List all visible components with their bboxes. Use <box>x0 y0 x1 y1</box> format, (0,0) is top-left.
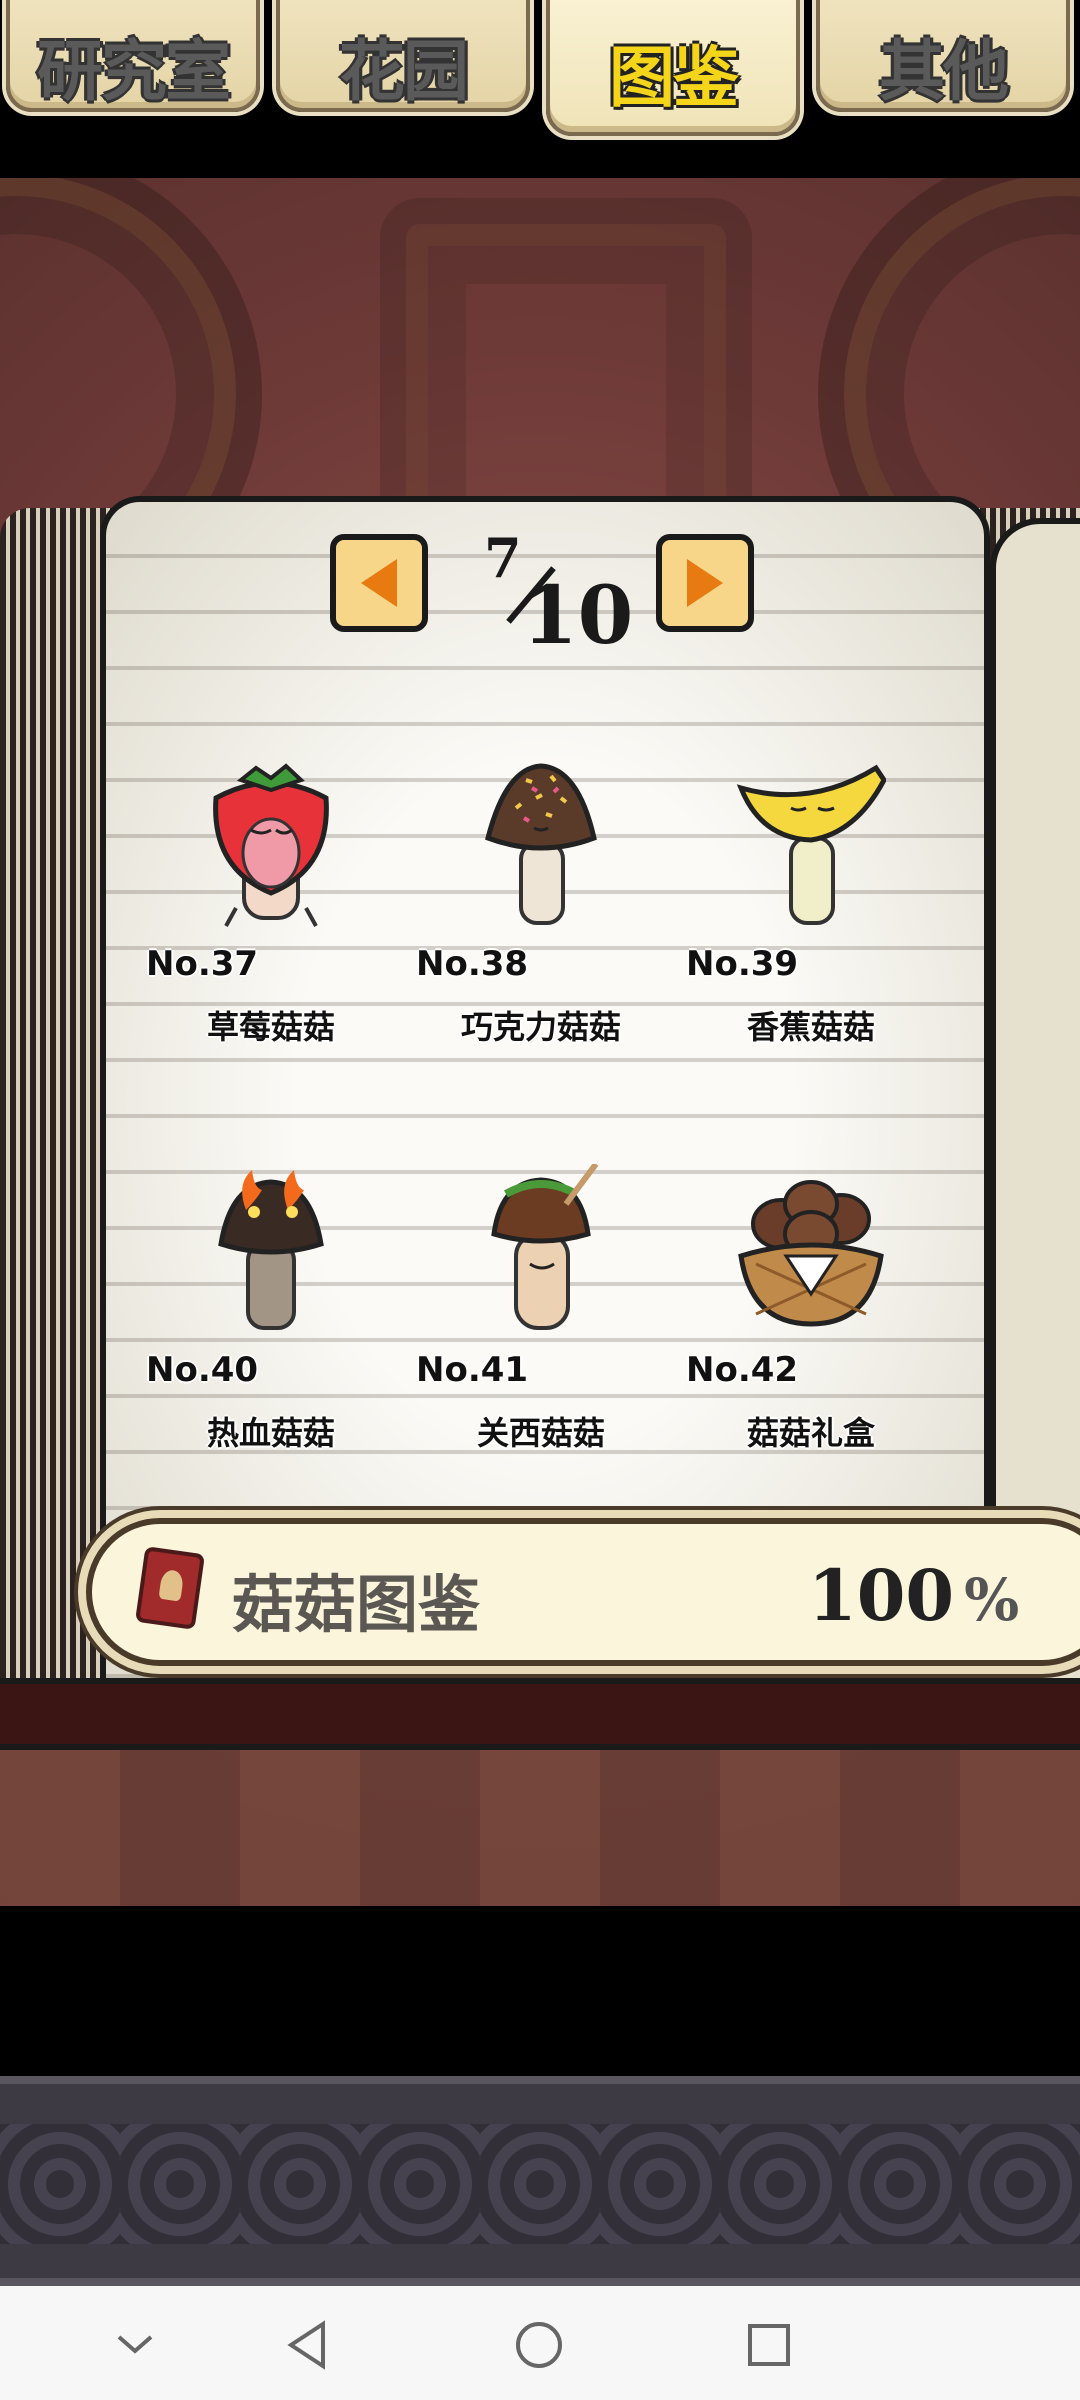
mushroom-entry-41[interactable]: No.41 关西菇菇 <box>416 1164 666 1464</box>
page-current: 7 <box>484 526 522 590</box>
decorative-footer-band <box>0 2076 1080 2286</box>
tab-other-label: 其他 <box>879 33 1009 110</box>
collection-progress-bar: 菇菇图鉴 100% <box>86 1518 1080 1666</box>
entry-name: 巧克力菇菇 <box>460 1008 621 1046</box>
mushroom-entry-38[interactable]: No.38 巧克力菇菇 <box>416 758 666 1058</box>
tab-lab-label: 研究室 <box>37 33 231 110</box>
chocolate-mushroom-icon <box>485 763 597 925</box>
encyclopedia-book-icon <box>135 1546 205 1630</box>
hide-keyboard-icon[interactable] <box>110 2320 160 2370</box>
entry-name: 热血菇菇 <box>206 1414 335 1452</box>
entry-number: No.39 <box>686 944 799 984</box>
entry-name: 关西菇菇 <box>476 1414 605 1452</box>
system-navigation-bar <box>0 2286 1080 2400</box>
next-page-button[interactable] <box>656 534 754 632</box>
tab-encyclopedia[interactable]: 图鉴 <box>546 0 800 136</box>
mushroom-gift-basket-icon <box>738 1180 884 1327</box>
collection-percent-value: 100 <box>808 1554 955 1637</box>
entry-number: No.41 <box>416 1350 529 1390</box>
book-cover-base <box>0 1678 1080 1750</box>
encyclopedia-scene: 7 10 No.37 草莓菇菇 No.38 巧克力菇菇 No.39 香蕉菇菇 N… <box>0 178 1080 1906</box>
banana-mushroom-icon <box>736 764 886 925</box>
arrow-left-icon <box>361 559 397 607</box>
tab-other[interactable]: 其他 <box>816 0 1070 112</box>
tab-encyclopedia-label: 图鉴 <box>609 39 739 116</box>
mushroom-entry-37[interactable]: No.37 草莓菇菇 <box>146 758 396 1058</box>
strawberry-mushroom-icon <box>213 763 329 927</box>
page-total: 10 <box>522 568 634 662</box>
percent-symbol: % <box>964 1566 1020 1634</box>
swirl-pattern <box>0 2124 1080 2244</box>
mushroom-entry-39[interactable]: No.39 香蕉菇菇 <box>686 758 936 1058</box>
back-icon[interactable] <box>282 2320 332 2370</box>
collection-percent: 100% <box>808 1554 1019 1637</box>
tab-garden[interactable]: 花园 <box>276 0 530 112</box>
fiery-mushroom-icon <box>218 1170 324 1330</box>
top-tab-bar: 研究室 花园 图鉴 其他 <box>0 0 1080 178</box>
mushroom-entry-40[interactable]: No.40 热血菇菇 <box>146 1164 396 1464</box>
prev-page-button[interactable] <box>330 534 428 632</box>
page-indicator: 7 10 <box>470 524 633 662</box>
entry-number: No.37 <box>146 944 259 984</box>
arrow-right-icon <box>687 559 723 607</box>
home-icon[interactable] <box>514 2320 564 2370</box>
recent-apps-icon[interactable] <box>744 2320 794 2370</box>
tab-lab[interactable]: 研究室 <box>6 0 260 112</box>
entry-number: No.38 <box>416 944 529 984</box>
entry-name: 香蕉菇菇 <box>746 1008 875 1046</box>
entry-name: 菇菇礼盒 <box>746 1414 875 1452</box>
collection-label: 菇菇图鉴 <box>232 1568 481 1641</box>
entry-number: No.42 <box>686 1350 799 1390</box>
entry-name: 草莓菇菇 <box>206 1008 335 1046</box>
entry-number: No.40 <box>146 1350 259 1390</box>
kansai-mushroom-icon <box>491 1164 599 1330</box>
tab-garden-label: 花园 <box>339 33 469 110</box>
mushroom-entry-42[interactable]: No.42 菇菇礼盒 <box>686 1164 936 1464</box>
